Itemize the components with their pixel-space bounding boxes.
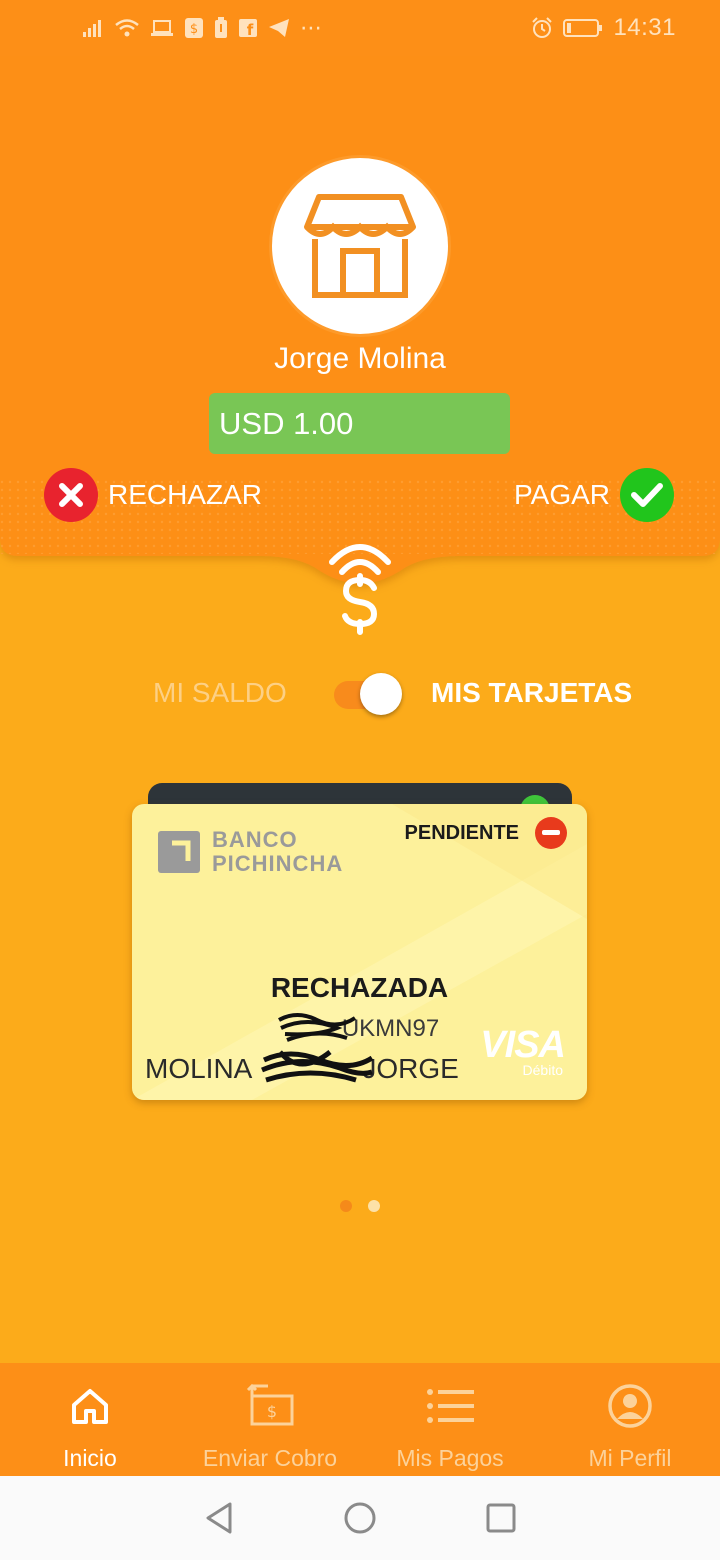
home-circle-icon[interactable]: [340, 1498, 380, 1538]
bank-logo: BANCO PICHINCHA: [158, 828, 343, 876]
nav-item-mi-perfil[interactable]: Mi Perfil: [540, 1363, 720, 1476]
my-balance-label[interactable]: MI SALDO: [153, 677, 287, 709]
status-time: 14:31: [613, 14, 676, 41]
telegram-icon: [269, 19, 289, 37]
card-network: VISA: [480, 1024, 566, 1066]
nav-label-inicio: Inicio: [63, 1445, 117, 1471]
bank-name-line1: BANCO: [212, 827, 298, 852]
alarm-icon: [532, 17, 553, 38]
svg-text:$: $: [190, 22, 198, 37]
close-icon: [44, 468, 98, 522]
amount-display: USD 1.00: [209, 393, 510, 454]
home-icon: [66, 1383, 114, 1429]
balance-cards-toggle[interactable]: [334, 673, 404, 715]
svg-text:f: f: [247, 21, 254, 38]
nav-label-enviar-cobro: Enviar Cobro: [202, 1445, 338, 1471]
header-background: [0, 56, 720, 584]
pager-dot-1[interactable]: [340, 1200, 352, 1212]
merchant-name: Jorge Molina: [274, 342, 446, 375]
dollar-app-icon: $: [185, 18, 203, 38]
carousel-pager: [340, 1200, 380, 1212]
profile-icon: [606, 1383, 654, 1429]
holder-first-name: MOLINA: [145, 1053, 251, 1084]
bank-name: BANCO PICHINCHA: [212, 828, 343, 876]
check-icon: [620, 468, 674, 522]
merchant-avatar: [272, 158, 448, 334]
redaction-scribble-number: [278, 1013, 357, 1042]
battery-saver-icon: [215, 17, 227, 38]
status-bar: $ f ⋯ 14:31: [0, 0, 720, 56]
recents-icon[interactable]: [481, 1498, 521, 1538]
nav-item-mis-pagos[interactable]: Mis Pagos: [360, 1363, 540, 1476]
svg-text:$: $: [267, 1402, 277, 1421]
redaction-scribble-name: [261, 1050, 374, 1083]
card-status-label: PENDIENTE: [404, 822, 519, 844]
store-icon: [304, 194, 416, 298]
send-charge-icon: $: [246, 1383, 294, 1429]
card-state: RECHAZADA: [270, 972, 449, 1003]
reject-button[interactable]: RECHAZAR: [44, 468, 262, 522]
reject-label: RECHAZAR: [108, 479, 263, 510]
more-icon: ⋯: [300, 15, 322, 40]
facebook-icon: f: [239, 19, 257, 38]
balance-toggle-row: MI SALDO MIS TARJETAS: [0, 665, 720, 721]
holder-last-name: JORGE: [362, 1053, 459, 1084]
my-cards-label[interactable]: MIS TARJETAS: [431, 677, 632, 709]
list-icon: [426, 1383, 474, 1429]
visa-logo: VISA Débito: [480, 1024, 566, 1078]
pager-dot-2[interactable]: [368, 1200, 380, 1212]
nav-item-inicio[interactable]: Inicio: [0, 1363, 180, 1476]
wifi-icon: [115, 19, 139, 37]
back-icon[interactable]: [199, 1498, 239, 1538]
nav-item-enviar-cobro[interactable]: $ Enviar Cobro: [180, 1363, 360, 1476]
minus-icon[interactable]: [535, 817, 567, 849]
status-icons-right: 14:31: [531, 14, 676, 42]
battery-icon: [563, 19, 603, 37]
payment-card[interactable]: BANCO PICHINCHA PENDIENTE RECHAZADA UKMN…: [132, 804, 587, 1100]
status-icons-left: $ f ⋯: [82, 15, 322, 41]
toggle-knob: [360, 673, 402, 715]
bottom-navigation: Inicio $ Enviar Cobro Mis Pagos Mi Perfi…: [0, 1363, 720, 1476]
pay-button[interactable]: PAGAR: [514, 468, 674, 522]
nav-label-mi-perfil: Mi Perfil: [588, 1445, 672, 1471]
bank-logo-icon: [158, 831, 200, 873]
system-navigation-bar: [0, 1476, 720, 1560]
signal-icon: [83, 20, 101, 37]
pay-label: PAGAR: [514, 479, 610, 510]
nav-label-mis-pagos: Mis Pagos: [396, 1445, 504, 1471]
laptop-icon: [151, 20, 173, 36]
bank-name-line2: PICHINCHA: [212, 851, 344, 876]
contactless-dollar-icon: [329, 544, 391, 635]
payment-request-panel: Jorge Molina USD 1.00 RECHAZAR PAGAR: [0, 56, 720, 635]
